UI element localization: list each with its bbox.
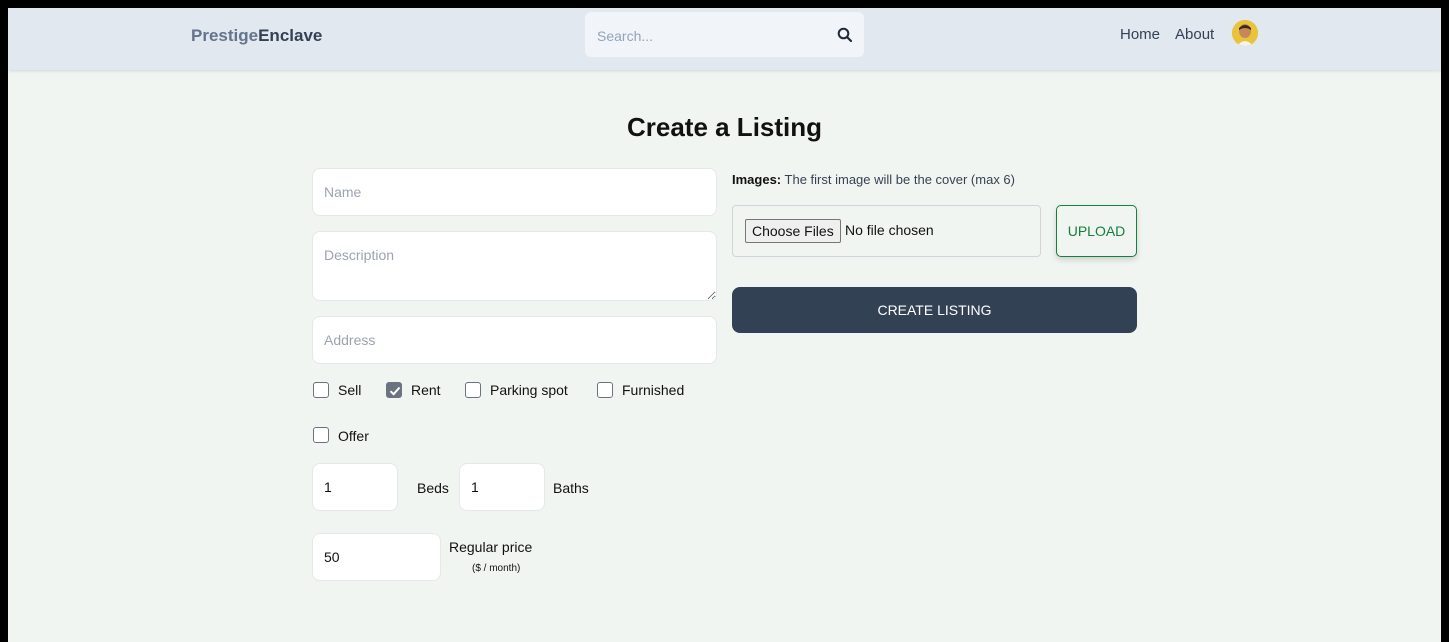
beds-label: Beds <box>417 480 449 496</box>
offer-label: Offer <box>338 428 369 444</box>
beds-input[interactable] <box>312 463 398 511</box>
furnished-label: Furnished <box>622 382 685 398</box>
baths-input[interactable] <box>459 463 545 511</box>
regular-price-input[interactable] <box>312 533 441 581</box>
page-title: Create a Listing <box>626 112 823 142</box>
price-unit-label: ($ / month) <box>472 563 521 574</box>
header: PrestigeEnclave Home About <box>8 8 1441 70</box>
sell-label: Sell <box>338 382 362 398</box>
name-input[interactable] <box>312 168 717 216</box>
logo[interactable]: PrestigeEnclave <box>191 26 322 46</box>
images-label-title: Images: <box>732 172 782 187</box>
offer-checkbox[interactable] <box>313 427 329 443</box>
no-file-chosen-text: No file chosen <box>845 222 934 238</box>
upload-button[interactable]: UPLOAD <box>1056 205 1137 257</box>
choose-files-button[interactable]: Choose Files <box>745 219 841 243</box>
parking-spot-label: Parking spot <box>490 382 568 398</box>
create-listing-button[interactable]: CREATE LISTING <box>732 287 1137 333</box>
logo-part-1: Prestige <box>191 26 259 45</box>
check-icon <box>389 386 401 396</box>
search-input[interactable] <box>595 24 829 48</box>
images-label: Images: The first image will be the cove… <box>732 172 1015 187</box>
logo-part-2: Enclave <box>258 26 323 45</box>
nav-home[interactable]: Home <box>1120 26 1160 43</box>
search-bar <box>585 12 864 57</box>
search-icon[interactable] <box>837 27 853 43</box>
user-avatar-icon <box>1232 20 1258 46</box>
sell-checkbox[interactable] <box>313 382 329 398</box>
file-input-box: Choose Files No file chosen <box>732 205 1041 257</box>
nav-about[interactable]: About <box>1175 26 1214 43</box>
baths-label: Baths <box>553 480 589 496</box>
regular-price-label: Regular price <box>449 539 533 555</box>
rent-label: Rent <box>411 382 441 398</box>
description-input[interactable] <box>312 231 717 301</box>
furnished-checkbox[interactable] <box>597 382 613 398</box>
rent-checkbox[interactable] <box>386 382 402 398</box>
app-frame: PrestigeEnclave Home About Create a List… <box>8 8 1441 642</box>
avatar[interactable] <box>1232 20 1258 46</box>
address-input[interactable] <box>312 316 717 364</box>
parking-spot-checkbox[interactable] <box>465 382 481 398</box>
images-label-hint: The first image will be the cover (max 6… <box>784 172 1015 187</box>
